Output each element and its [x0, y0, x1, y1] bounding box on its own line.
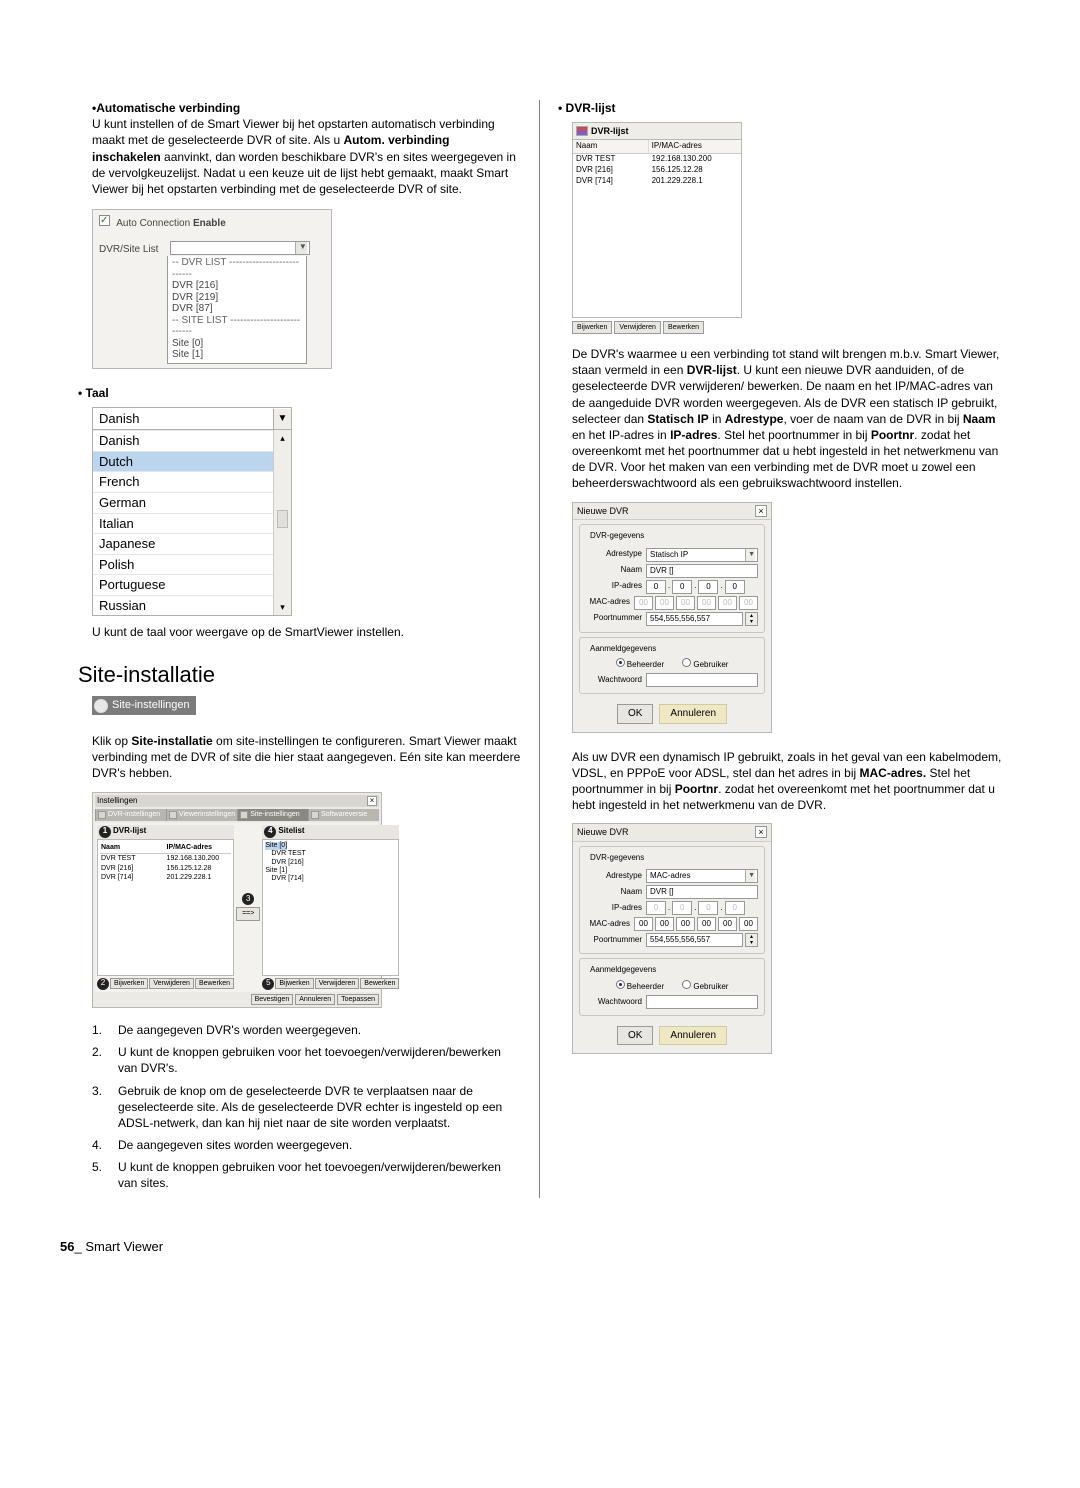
adrestype-select[interactable]: Statisch IP — [646, 548, 758, 562]
edit-button[interactable]: Bewerken — [360, 978, 399, 989]
callout-1: 1 — [99, 826, 111, 838]
password-input[interactable] — [646, 673, 758, 687]
port-spinner[interactable]: ▴▾ — [745, 933, 758, 947]
callout-4: 4 — [264, 826, 276, 838]
language-dropdown-button[interactable]: ▼ — [273, 409, 291, 429]
tab-icon — [98, 811, 106, 819]
beheerder-radio[interactable] — [616, 980, 625, 989]
language-options[interactable]: Danish Dutch French German Italian Japan… — [93, 430, 273, 615]
update-button[interactable]: Bijwerken — [110, 978, 148, 989]
tab-icon — [311, 811, 319, 819]
site-install-para: Klik op Site-installatie om site-instell… — [92, 733, 521, 782]
dvrlijst-heading: DVR-lijst — [558, 100, 1002, 116]
mac-input[interactable]: 000000000000 — [634, 917, 758, 931]
globe-icon — [94, 699, 108, 713]
naam-input[interactable]: DVR [] — [646, 885, 758, 899]
auto-conn-heading: Automatische verbinding — [96, 101, 240, 115]
scroll-thumb[interactable] — [277, 510, 288, 528]
taal-heading: Taal — [78, 385, 521, 401]
settings-dialog: Instellingen × DVR-instellingen Viewerin… — [92, 792, 382, 1008]
naam-input[interactable]: DVR [] — [646, 564, 758, 578]
auto-conn-checkbox[interactable] — [99, 215, 110, 226]
update-button[interactable]: Bijwerken — [275, 978, 313, 989]
edit-button[interactable]: Bewerken — [195, 978, 234, 989]
apply-button[interactable]: Toepassen — [337, 994, 379, 1005]
tab-icon — [169, 811, 177, 819]
dvrlijst-para1: De DVR's waarmee u een verbinding tot st… — [572, 346, 1002, 492]
ip-input-disabled: 0. 0. 0. 0 — [646, 901, 758, 915]
edit-button[interactable]: Bewerken — [663, 321, 704, 334]
site-install-heading: Site-installatie — [78, 660, 521, 690]
close-icon[interactable]: × — [755, 505, 767, 517]
dvr-site-list-select[interactable] — [170, 241, 310, 255]
gebruiker-radio[interactable] — [682, 658, 691, 667]
delete-button[interactable]: Verwijderen — [149, 978, 194, 989]
callout-2: 2 — [97, 978, 109, 990]
cancel-button[interactable]: Annuleren — [659, 1026, 727, 1046]
close-icon[interactable]: × — [755, 826, 767, 838]
ip-input[interactable]: 0. 0. 0. 0 — [646, 580, 758, 594]
mac-input-disabled: 000000000000 — [634, 596, 758, 610]
callout-3: 3 — [242, 893, 254, 905]
dvr-site-listbox[interactable]: -- DVR LIST --------------------------- … — [167, 256, 307, 364]
dvr-list-screenshot: DVR-lijst NaamIP/MAC-adres DVR TEST192.1… — [572, 122, 742, 334]
delete-button[interactable]: Verwijderen — [614, 321, 661, 334]
dialog-title: Instellingen — [97, 796, 137, 807]
language-scrollbar[interactable]: ▴ ▾ — [273, 430, 291, 615]
auto-connection-section: Automatische verbinding U kunt instellen… — [92, 100, 521, 197]
ok-button[interactable]: OK — [617, 1026, 653, 1046]
tab-icon — [240, 811, 248, 819]
site-settings-chip: Site-instellingen — [92, 696, 196, 715]
adrestype-select[interactable]: MAC-adres — [646, 869, 758, 883]
port-spinner[interactable]: ▴▾ — [745, 612, 758, 626]
auto-connection-screenshot: Auto Connection Enable DVR/Site List -- … — [92, 209, 332, 369]
new-dvr-dialog-mac: Nieuwe DVR× DVR-gegevens AdrestypeMAC-ad… — [572, 823, 772, 1054]
cancel-button[interactable]: Annuleren — [659, 704, 727, 724]
dvr-list-panel: NaamIP/MAC-adres DVR TEST192.168.130.200… — [97, 839, 234, 976]
language-selected: Danish — [93, 408, 145, 430]
dvr-site-list-label: DVR/Site List — [99, 243, 167, 257]
language-dropdown: Danish ▼ Danish Dutch French German Ital… — [92, 407, 292, 616]
page-footer: 56_ Smart Viewer — [60, 1238, 1020, 1256]
move-button[interactable]: ==> — [236, 907, 260, 920]
close-icon[interactable]: × — [367, 796, 377, 806]
scroll-down-icon[interactable]: ▾ — [274, 599, 291, 615]
port-input[interactable]: 554,555,556,557 — [646, 933, 743, 947]
dialog-tabs: DVR-instellingen Viewerinstellingen Site… — [95, 809, 379, 820]
numbered-list: 1.De aangegeven DVR's worden weergegeven… — [92, 1022, 521, 1192]
scroll-up-icon[interactable]: ▴ — [274, 430, 291, 446]
list-icon — [576, 126, 588, 136]
site-tree-panel: Site [0] DVR TEST DVR [216] Site [1] DVR… — [262, 839, 399, 976]
taal-note: U kunt de taal voor weergave op de Smart… — [92, 624, 521, 640]
port-input[interactable]: 554,555,556,557 — [646, 612, 743, 626]
password-input[interactable] — [646, 995, 758, 1009]
cancel-button[interactable]: Annuleren — [295, 994, 335, 1005]
beheerder-radio[interactable] — [616, 658, 625, 667]
callout-5: 5 — [262, 978, 274, 990]
delete-button[interactable]: Verwijderen — [315, 978, 360, 989]
gebruiker-radio[interactable] — [682, 980, 691, 989]
dvrlijst-para2: Als uw DVR een dynamisch IP gebruikt, zo… — [572, 749, 1002, 814]
new-dvr-dialog-static: Nieuwe DVR× DVR-gegevens AdrestypeStatis… — [572, 502, 772, 733]
ok-button[interactable]: OK — [617, 704, 653, 724]
update-button[interactable]: Bijwerken — [572, 321, 612, 334]
confirm-button[interactable]: Bevestigen — [251, 994, 294, 1005]
